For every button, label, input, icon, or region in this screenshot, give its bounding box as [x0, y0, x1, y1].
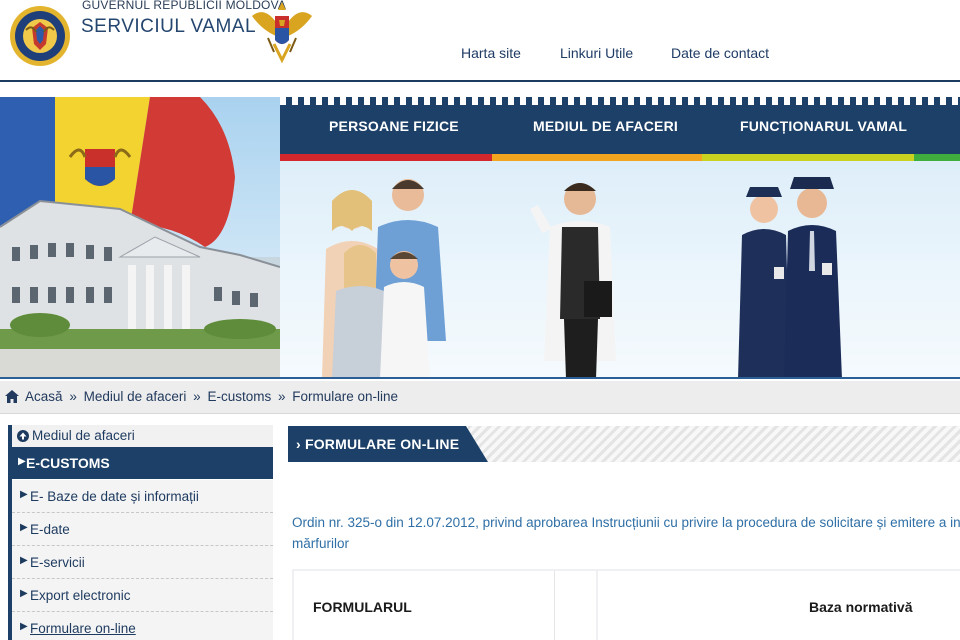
agency-name[interactable]: SERVICIUL VAMAL	[81, 16, 256, 38]
bar-yellow	[702, 154, 914, 161]
section-title: › FORMULARE ON-LINE	[296, 436, 459, 452]
bar-red	[280, 154, 492, 161]
people-illustration	[322, 177, 842, 379]
sidebar-item-databases[interactable]: ▶ E- Baze de date și informații	[12, 480, 273, 513]
breadcrumb-ecustoms[interactable]: E-customs	[207, 389, 271, 404]
table-header-form: FORMULARUL	[313, 599, 412, 615]
flag-and-building-image	[0, 97, 280, 379]
family-figure	[322, 179, 446, 379]
site-header: GUVERNUL REPUBLICII MOLDOVA SERVICIUL VA…	[0, 0, 960, 82]
hero-building-photo	[0, 97, 280, 379]
nav-customs-officer[interactable]: FUNCȚIONARUL VAMAL	[740, 118, 907, 134]
audience-nav: PERSOANE FIZICE MEDIUL DE AFACERI FUNCȚI…	[280, 97, 960, 161]
breadcrumb-separator: »	[193, 389, 201, 404]
table-header-cell-empty	[554, 571, 596, 640]
table-header-cell-basis: Baza normativă	[598, 571, 960, 640]
section-title-text: FORMULARE ON-LINE	[304, 436, 460, 452]
order-link-line2: mărfurilor	[292, 536, 350, 551]
businessman-figure	[530, 183, 616, 379]
table-header-cell-form: FORMULARUL	[294, 571, 554, 640]
heading-stripes	[468, 426, 960, 462]
sidebar-nav: Mediul de afaceri ▶ E-CUSTOMS ▶ E- Baze …	[8, 425, 273, 640]
breadcrumb-separator: »	[69, 389, 77, 404]
customs-officers-figure	[738, 177, 842, 379]
sidebar-item-label: Export electronic	[30, 588, 131, 603]
breadcrumb-separator: »	[277, 389, 286, 404]
chevron-right-icon: ▶	[18, 456, 26, 467]
moldova-coat-of-arms-icon	[252, 2, 312, 64]
chevron-right-icon: ▶	[20, 522, 28, 533]
nav-business[interactable]: MEDIUL DE AFACERI	[533, 118, 678, 134]
link-useful-links[interactable]: Linkuri Utile	[560, 45, 633, 61]
sidebar-item-edate[interactable]: ▶ E-date	[12, 513, 273, 546]
chevron-right-icon: ▶	[20, 555, 28, 566]
bar-green	[914, 154, 960, 161]
hero-bottom-border	[0, 377, 960, 379]
breadcrumb-business[interactable]: Mediul de afaceri	[84, 389, 187, 404]
chevron-right-icon: ▶	[20, 621, 28, 632]
link-site-map[interactable]: Harta site	[461, 45, 521, 61]
chevron-right-icon: ›	[296, 436, 301, 452]
breadcrumb-current: Formulare on-line	[292, 389, 399, 404]
sidebar-item-label: E-date	[30, 522, 70, 537]
order-link[interactable]: Ordin nr. 325-o din 12.07.2012, privind …	[292, 512, 960, 554]
hero-banner: PERSOANE FIZICE MEDIUL DE AFACERI FUNCȚI…	[0, 97, 960, 379]
nav-dotted-border	[280, 97, 960, 105]
breadcrumb-home[interactable]: Acasă	[25, 389, 63, 404]
header-divider	[0, 80, 960, 82]
hero-people-panel: PERSOANE FIZICE MEDIUL DE AFACERI FUNCȚI…	[280, 97, 960, 379]
link-contact[interactable]: Date de contact	[671, 45, 769, 61]
section-heading: › FORMULARE ON-LINE	[288, 426, 960, 462]
sidebar-item-label: E-servicii	[30, 555, 85, 570]
sidebar-active-label: E-CUSTOMS	[26, 455, 110, 471]
sidebar-item-label: E- Baze de date și informații	[30, 489, 199, 504]
sidebar-item-label: Formulare on-line	[30, 621, 136, 636]
sidebar-parent-label: Mediul de afaceri	[32, 428, 135, 443]
bar-orange	[492, 154, 702, 161]
sidebar-parent-link[interactable]: Mediul de afaceri	[12, 425, 273, 447]
sidebar-item-forms[interactable]: ▶ Formulare on-line	[12, 612, 273, 640]
chevron-right-icon: ▶	[20, 489, 28, 500]
nav-individuals[interactable]: PERSOANE FIZICE	[329, 118, 459, 134]
sidebar-item-ecustoms[interactable]: ▶ E-CUSTOMS	[12, 447, 273, 479]
table-header-basis: Baza normativă	[809, 599, 913, 615]
sidebar-item-export[interactable]: ▶ Export electronic	[12, 579, 273, 612]
breadcrumb: Acasă » Mediul de afaceri » E-customs » …	[0, 381, 960, 414]
chevron-right-icon: ▶	[20, 588, 28, 599]
sidebar-item-eservices[interactable]: ▶ E-servicii	[12, 546, 273, 579]
home-icon[interactable]	[5, 390, 19, 406]
order-link-line1: Ordin nr. 325-o din 12.07.2012, privind …	[292, 515, 960, 530]
forms-table: FORMULARUL Baza normativă	[292, 569, 960, 640]
up-arrow-icon	[17, 430, 29, 442]
customs-emblem-icon[interactable]	[8, 0, 72, 78]
